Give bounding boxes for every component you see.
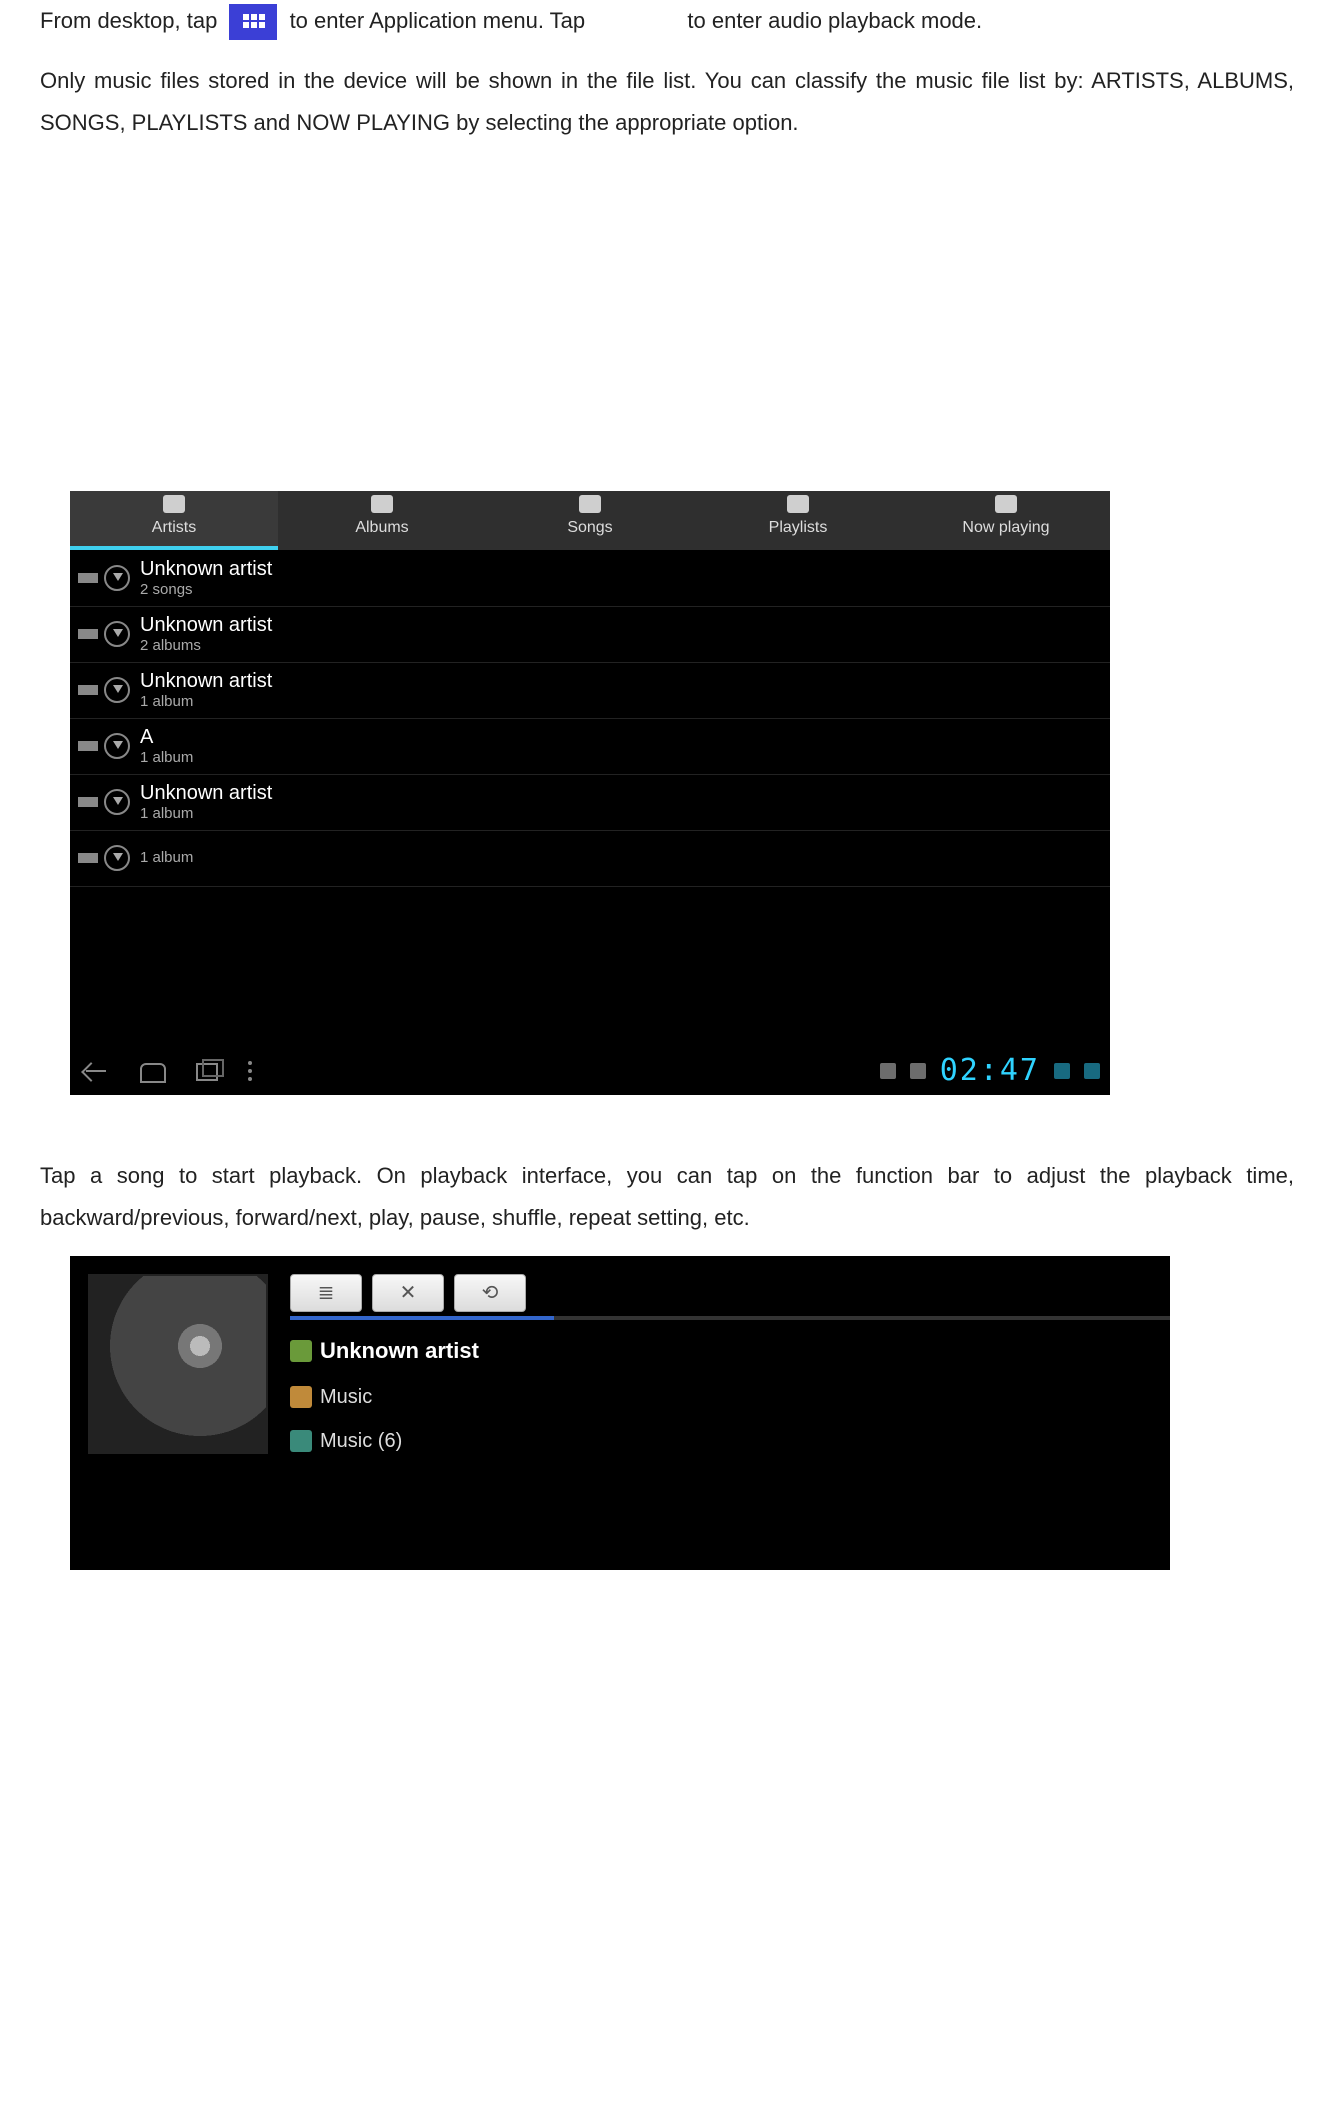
artist-sub: 1 album xyxy=(140,693,272,711)
list-item[interactable]: A 1 album xyxy=(70,719,1110,775)
expand-icon[interactable] xyxy=(104,789,130,815)
album-badge-icon xyxy=(290,1386,312,1408)
intro-text-1: From desktop, tap xyxy=(40,8,217,33)
artist-sub: 2 songs xyxy=(140,581,272,599)
nowplaying-indicator-icon xyxy=(78,853,98,863)
expand-icon[interactable] xyxy=(104,677,130,703)
list-item[interactable]: Unknown artist 2 albums xyxy=(70,607,1110,663)
nowplaying-track: Music (6) xyxy=(320,1422,402,1460)
debug-icon xyxy=(910,1063,926,1079)
artist-title: Unknown artist xyxy=(140,557,272,581)
nowplaying-indicator-icon xyxy=(78,685,98,695)
back-button[interactable] xyxy=(80,1059,110,1083)
artist-sub: 1 album xyxy=(140,749,193,767)
nowplaying-artist: Unknown artist xyxy=(320,1330,479,1372)
expand-icon[interactable] xyxy=(104,621,130,647)
nowplaying-indicator-icon xyxy=(78,797,98,807)
expand-icon[interactable] xyxy=(104,565,130,591)
artist-badge-icon xyxy=(290,1340,312,1362)
intro-paragraph-2: Only music files stored in the device wi… xyxy=(40,60,1294,144)
playback-paragraph: Tap a song to start playback. On playbac… xyxy=(40,1155,1294,1239)
tab-label: Now playing xyxy=(962,519,1049,536)
shuffle-button[interactable]: ✕ xyxy=(372,1274,444,1312)
list-item[interactable]: 1 album xyxy=(70,831,1110,887)
library-tabs: Artists Albums Songs Playlists Now playi… xyxy=(70,491,1110,550)
album-art xyxy=(88,1274,268,1454)
now-playing-icon xyxy=(995,495,1017,513)
nowplaying-indicator-icon xyxy=(78,573,98,583)
app-menu-icon xyxy=(229,4,277,40)
tab-playlists[interactable]: Playlists xyxy=(694,491,902,549)
wifi-icon xyxy=(1054,1063,1070,1079)
usb-icon xyxy=(880,1063,896,1079)
home-button[interactable] xyxy=(136,1059,166,1083)
tab-label: Albums xyxy=(355,519,408,536)
tab-label: Songs xyxy=(567,519,612,536)
artist-list: Unknown artist 2 songs Unknown artist 2 … xyxy=(70,551,1110,1047)
music-library-screenshot: Artists Albums Songs Playlists Now playi… xyxy=(70,491,1110,1094)
track-badge-icon xyxy=(290,1430,312,1452)
tab-now-playing[interactable]: Now playing xyxy=(902,491,1110,549)
tab-label: Artists xyxy=(152,519,196,536)
tab-artists[interactable]: Artists xyxy=(70,491,278,549)
playlists-icon xyxy=(787,495,809,513)
intro-paragraph-1: From desktop, tap to enter Application m… xyxy=(40,0,1294,42)
intro-text-2: to enter Application menu. Tap xyxy=(290,8,586,33)
tab-songs[interactable]: Songs xyxy=(486,491,694,549)
now-playing-screenshot: ≣ ✕ ⟲ Unknown artist Music Music (6) xyxy=(70,1256,1170,1570)
artist-title: Unknown artist xyxy=(140,613,272,637)
artist-title: Unknown artist xyxy=(140,669,272,693)
tab-albums[interactable]: Albums xyxy=(278,491,486,549)
albums-icon xyxy=(371,495,393,513)
status-clock: 02:47 xyxy=(940,1042,1040,1099)
list-item[interactable]: Unknown artist 1 album xyxy=(70,663,1110,719)
nowplaying-album: Music xyxy=(320,1378,372,1416)
repeat-button[interactable]: ⟲ xyxy=(454,1274,526,1312)
expand-icon[interactable] xyxy=(104,733,130,759)
battery-icon xyxy=(1084,1063,1100,1079)
system-navbar: 02:47 xyxy=(70,1047,1110,1095)
queue-button[interactable]: ≣ xyxy=(290,1274,362,1312)
artist-sub: 1 album xyxy=(140,805,272,823)
list-item[interactable]: Unknown artist 1 album xyxy=(70,775,1110,831)
artist-title: A xyxy=(140,725,193,749)
progress-bar[interactable] xyxy=(290,1316,1170,1320)
nowplaying-indicator-icon xyxy=(78,741,98,751)
artists-icon xyxy=(163,495,185,513)
artist-sub: 2 albums xyxy=(140,637,272,655)
tab-label: Playlists xyxy=(769,519,828,536)
menu-button[interactable] xyxy=(248,1059,278,1083)
expand-icon[interactable] xyxy=(104,845,130,871)
songs-icon xyxy=(579,495,601,513)
list-item[interactable]: Unknown artist 2 songs xyxy=(70,551,1110,607)
artist-sub: 1 album xyxy=(140,849,193,867)
artist-title: Unknown artist xyxy=(140,781,272,805)
recent-apps-button[interactable] xyxy=(192,1059,222,1083)
nowplaying-indicator-icon xyxy=(78,629,98,639)
intro-text-3: to enter audio playback mode. xyxy=(687,8,982,33)
